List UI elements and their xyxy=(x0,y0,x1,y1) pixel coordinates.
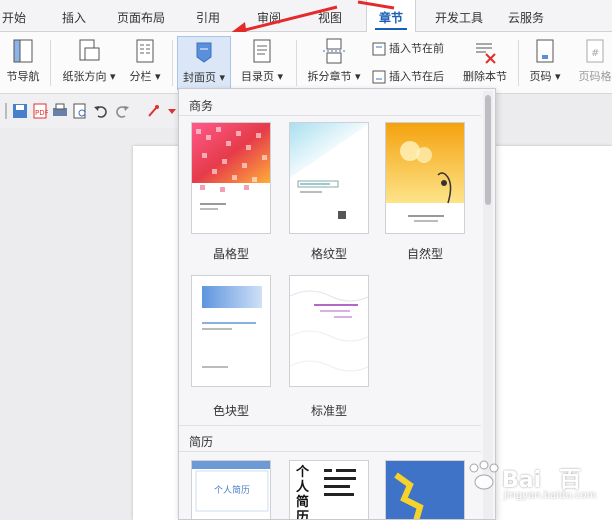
template-label: 色块型 xyxy=(212,404,249,418)
section-nav-icon xyxy=(13,39,33,63)
template-label: 自然型 xyxy=(406,247,443,261)
resume-1-title: 个人简历 xyxy=(213,486,250,496)
resume-template-1[interactable]: 个人简历 xyxy=(191,460,271,519)
delete-section-icon xyxy=(476,43,496,64)
redo-icon[interactable] xyxy=(114,103,130,119)
insert-section-after-button[interactable]: 插入节在后 xyxy=(372,68,444,86)
svg-text:#: # xyxy=(591,48,599,59)
section-divider xyxy=(179,451,481,452)
save-icon[interactable] xyxy=(12,103,28,119)
annotation-arrow-tail xyxy=(357,0,395,10)
gallery-scrollbar-thumb[interactable] xyxy=(485,95,491,205)
resume-2-title: 个人简历 xyxy=(296,465,310,520)
quick-access-toolbar: PDF xyxy=(0,94,180,128)
columns-button[interactable]: 分栏 ▾ xyxy=(125,36,165,90)
tab-insert[interactable]: 插入 xyxy=(62,0,86,32)
ribbon-separator xyxy=(50,40,51,86)
section-nav-button[interactable]: 节导航 xyxy=(0,36,46,90)
baidu-watermark: Bai 百 jingyan.baidu.com xyxy=(460,456,608,516)
page-number-format-button[interactable]: # 页码格 xyxy=(570,36,612,90)
resume-2-lines xyxy=(324,469,356,496)
tab-page-layout[interactable]: 页面布局 xyxy=(117,0,165,32)
insert-after-icon xyxy=(372,70,386,84)
cover-template-lattice[interactable] xyxy=(289,122,369,234)
section-divider xyxy=(179,115,481,116)
ribbon-separator xyxy=(172,40,173,86)
split-section-button[interactable]: 拆分章节 ▾ xyxy=(302,36,366,90)
toc-page-button[interactable]: 目录页 ▾ xyxy=(236,36,288,90)
template-label: 格纹型 xyxy=(310,247,347,261)
tab-cloud-service[interactable]: 云服务 xyxy=(508,0,544,32)
baidu-paw-icon xyxy=(469,460,499,490)
page-number-format-icon: # xyxy=(586,39,604,63)
tab-developer[interactable]: 开发工具 xyxy=(435,0,483,32)
cover-template-standard[interactable] xyxy=(289,275,369,387)
page-number-icon xyxy=(536,39,554,63)
resume-template-3[interactable] xyxy=(385,460,465,519)
split-section-icon xyxy=(323,38,345,64)
resume-template-2[interactable]: 个人简历 xyxy=(289,460,369,520)
ribbon-separator xyxy=(518,40,519,86)
columns-icon xyxy=(136,39,154,63)
insert-before-icon xyxy=(372,42,386,56)
format-painter-icon[interactable] xyxy=(146,103,162,119)
tab-home[interactable]: 开始 xyxy=(2,0,26,32)
cover-page-button[interactable]: 封面页 ▾ xyxy=(177,36,231,90)
insert-section-before-button[interactable]: 插入节在前 xyxy=(372,40,444,58)
cover-template-crystal[interactable] xyxy=(191,122,271,234)
resume-3-preview xyxy=(386,461,464,519)
ribbon-panel: 节导航 纸张方向 ▾ 分栏 ▾ 封面页 ▾ 目录页 ▾ 拆分章节 ▾ 插入节在前… xyxy=(0,32,612,94)
print-icon[interactable] xyxy=(52,103,68,119)
print-preview-icon[interactable] xyxy=(72,103,88,119)
page-orientation-icon xyxy=(79,39,100,61)
gallery-section-business: 商务 xyxy=(189,99,214,113)
toolbar-grip-icon xyxy=(5,103,7,119)
page-number-button[interactable]: 页码 ▾ xyxy=(524,36,566,90)
cover-page-gallery: 商务 晶格型 格纹型 自然型 色块型 标准型 简历 个人简历 个人简历 xyxy=(178,88,496,520)
export-pdf-icon[interactable]: PDF xyxy=(32,103,48,119)
ribbon-separator xyxy=(296,40,297,86)
gallery-scrollbar[interactable] xyxy=(483,91,493,519)
color-block-cover-preview xyxy=(202,286,262,368)
section-divider xyxy=(179,425,481,426)
standard-cover-preview xyxy=(290,290,368,372)
toolbar-more-icon[interactable] xyxy=(166,103,178,119)
cover-template-nature[interactable] xyxy=(385,122,465,234)
tab-references[interactable]: 引用 xyxy=(196,0,220,32)
crystal-cover-preview xyxy=(192,123,270,210)
svg-text:PDF: PDF xyxy=(35,109,48,117)
delete-section-button[interactable]: 删除本节 xyxy=(458,36,512,90)
template-label: 晶格型 xyxy=(212,247,249,261)
nature-cover-preview xyxy=(386,123,464,222)
undo-icon[interactable] xyxy=(93,103,109,119)
gallery-section-resume: 简历 xyxy=(189,435,214,449)
cover-page-icon xyxy=(196,42,212,63)
lattice-cover-preview xyxy=(290,123,368,219)
cover-template-color-block[interactable] xyxy=(191,275,271,387)
page-orientation-button[interactable]: 纸张方向 ▾ xyxy=(58,36,120,90)
toc-page-icon xyxy=(253,39,271,63)
template-label: 标准型 xyxy=(310,404,347,418)
